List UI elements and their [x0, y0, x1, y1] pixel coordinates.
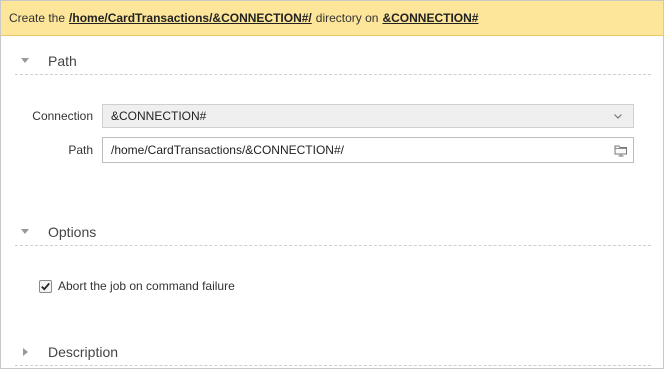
section-header-description[interactable]: Description	[15, 338, 651, 366]
abort-on-failure-option[interactable]: Abort the job on command failure	[39, 279, 235, 293]
banner-middle: directory on	[315, 11, 379, 25]
section-header-options[interactable]: Options	[15, 218, 651, 246]
caret-down-icon[interactable]	[15, 58, 35, 63]
caret-right-icon[interactable]	[15, 347, 35, 356]
folder-browse-icon[interactable]	[614, 143, 628, 157]
dialog-panel: Create the /home/CardTransactions/&CONNE…	[0, 0, 664, 369]
banner-prefix: Create the	[9, 11, 66, 25]
path-label: Path	[68, 143, 93, 157]
abort-on-failure-label: Abort the job on command failure	[58, 279, 235, 293]
banner-connection-link[interactable]: &CONNECTION#	[382, 11, 478, 25]
connection-select-value: &CONNECTION#	[111, 109, 207, 123]
banner-path-link[interactable]: /home/CardTransactions/&CONNECTION#/	[69, 11, 312, 25]
path-input[interactable]: /home/CardTransactions/&CONNECTION#/	[102, 137, 634, 163]
section-title-path: Path	[48, 52, 77, 69]
abort-on-failure-checkbox[interactable]	[39, 279, 52, 293]
path-input-value: /home/CardTransactions/&CONNECTION#/	[111, 143, 344, 157]
caret-down-icon[interactable]	[15, 229, 35, 234]
summary-banner: Create the /home/CardTransactions/&CONNE…	[1, 1, 663, 36]
section-title-options: Options	[48, 223, 97, 240]
chevron-down-icon[interactable]	[613, 111, 623, 121]
section-title-description: Description	[48, 343, 119, 360]
checkmark-icon	[41, 282, 50, 291]
connection-select[interactable]: &CONNECTION#	[102, 104, 634, 128]
section-header-path[interactable]: Path	[15, 47, 651, 75]
connection-label: Connection	[32, 109, 93, 123]
